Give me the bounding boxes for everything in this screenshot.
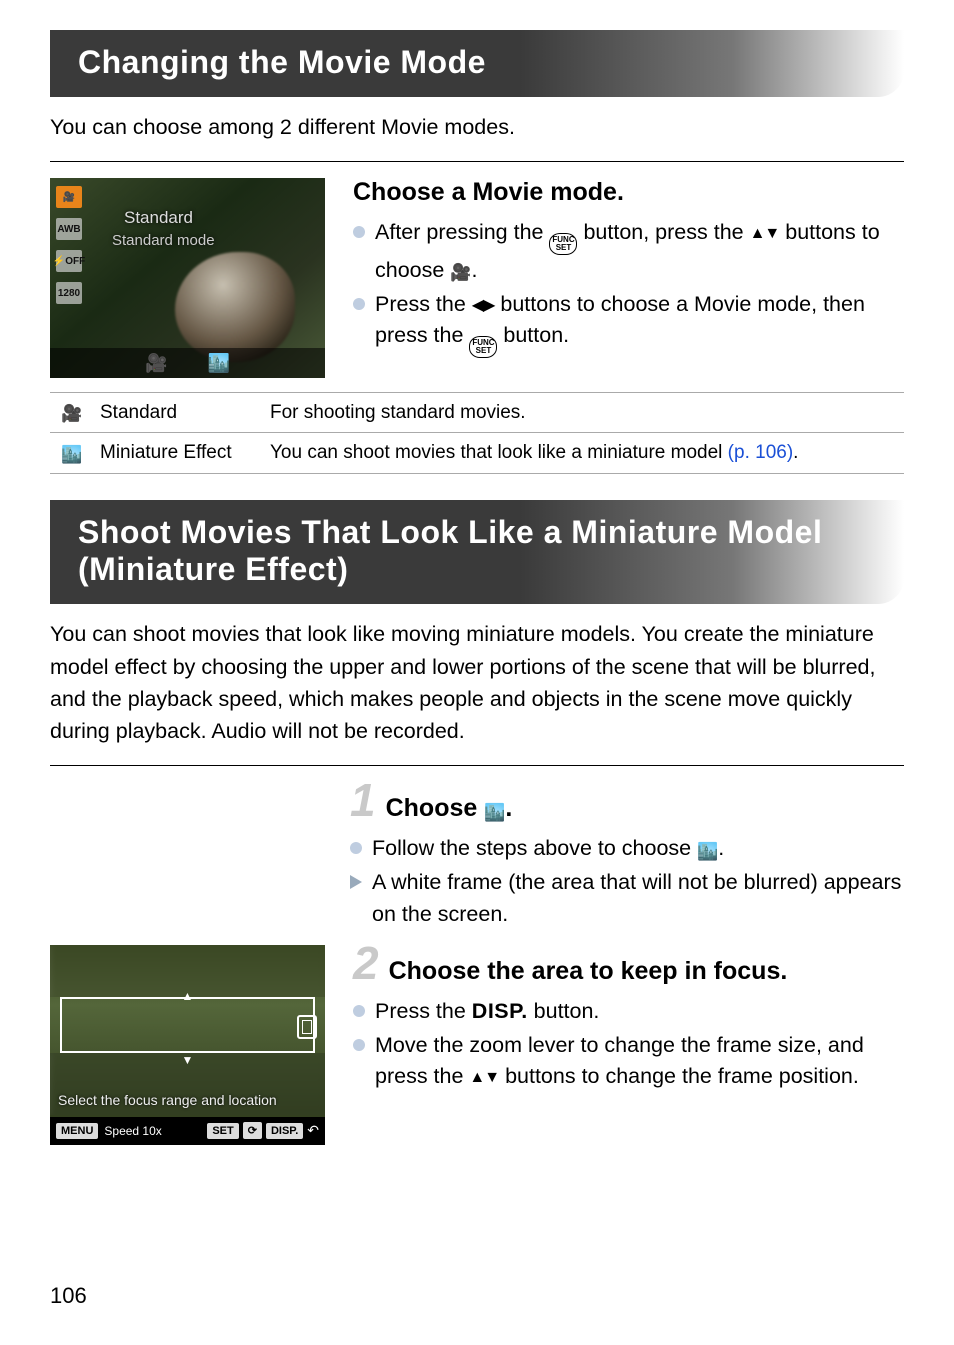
section-heading-2: Shoot Movies That Look Like a Miniature … (50, 500, 904, 604)
up-down-arrows-icon (750, 220, 780, 244)
shot-bottom-standard-icon: 🎥 (145, 353, 167, 374)
func-set-icon: FUNC SET (469, 336, 497, 358)
disp-tag: DISP. (266, 1123, 303, 1139)
step1-bullet1: Follow the steps above to choose 🏙️. (350, 833, 904, 865)
shot2-caption: Select the focus range and location (58, 1092, 277, 1109)
screenshot-focus-range: ▲ ▼ Select the focus range and location … (50, 945, 325, 1145)
bullet-after-pressing: After pressing the FUNC SET button, pres… (353, 217, 904, 286)
shot-bottom-bar: 🎥 🏙️ (50, 348, 325, 378)
shot-icon-movie: 🎥 (56, 186, 82, 208)
orientation-tag: ⟳ (243, 1122, 262, 1139)
mode-name-standard: Standard (94, 393, 264, 433)
orientation-icon (297, 1015, 317, 1039)
mode-icon-miniature: 🏙️ (50, 433, 94, 474)
step2-title: 2 Choose the area to keep in focus. (353, 945, 904, 986)
shot-mode-sublabel: Standard mode (112, 232, 215, 249)
left-right-arrows-icon (472, 292, 495, 316)
miniature-mode-icon: 🏙️ (697, 839, 718, 864)
page-number: 106 (50, 1283, 87, 1309)
section2-intro: You can shoot movies that look like movi… (50, 618, 904, 747)
return-icon: ↶ (307, 1122, 319, 1139)
shot-bottom-mini-icon: 🏙️ (208, 353, 230, 374)
page-ref-link[interactable]: (p. 106) (728, 442, 793, 463)
divider (50, 765, 904, 766)
up-down-arrows-icon (469, 1064, 499, 1088)
section1-intro: You can choose among 2 different Movie m… (50, 111, 904, 143)
table-row: 🏙️ Miniature Effect You can shoot movies… (50, 433, 904, 474)
disp-button-label: DISP. (472, 999, 528, 1023)
miniature-mode-icon: 🏙️ (484, 803, 505, 823)
step2-bullet1: Press the DISP. button. (353, 996, 904, 1028)
shot-icon-flash: ⚡OFF (56, 250, 82, 272)
movie-mode-icon: 🎥 (450, 260, 471, 285)
shot-icon-awb: AWB (56, 218, 82, 240)
step1-title: 1 Choose 🏙️. (350, 782, 904, 823)
step2-bullet2: Move the zoom lever to change the frame … (353, 1030, 904, 1094)
focus-frame (60, 997, 315, 1053)
mode-icon-standard: 🎥 (50, 393, 94, 433)
mode-name-miniature: Miniature Effect (94, 433, 264, 474)
step-number-1: 1 (350, 782, 376, 819)
shot-mode-label: Standard (124, 208, 193, 228)
step-number-2: 2 (353, 945, 379, 982)
func-set-icon: FUNC SET (549, 233, 577, 255)
divider (50, 161, 904, 162)
bullet-press-lr: Press the buttons to choose a Movie mode… (353, 289, 904, 358)
menu-tag: MENU (56, 1123, 98, 1139)
result-arrow-icon (350, 875, 362, 889)
table-row: 🎥 Standard For shooting standard movies. (50, 393, 904, 433)
step-choose-movie-mode-title: Choose a Movie mode. (353, 178, 904, 207)
speed-label: Speed 10x (104, 1124, 161, 1138)
mode-desc-miniature: You can shoot movies that look like a mi… (264, 433, 904, 474)
mode-desc-standard: For shooting standard movies. (264, 393, 904, 433)
section-heading-1: Changing the Movie Mode (50, 30, 904, 97)
movie-modes-table: 🎥 Standard For shooting standard movies.… (50, 392, 904, 474)
screenshot-movie-mode: 🎥 AWB ⚡OFF 1280 Standard Standard mode 🎥… (50, 178, 325, 378)
set-tag: SET (207, 1123, 238, 1139)
step1-bullet2: A white frame (the area that will not be… (350, 867, 904, 931)
shot-icon-res: 1280 (56, 282, 82, 304)
